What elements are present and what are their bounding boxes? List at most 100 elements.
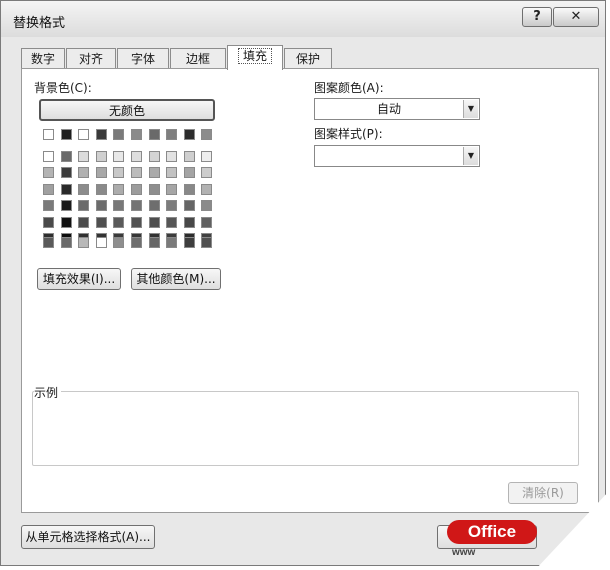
color-swatch[interactable] bbox=[201, 183, 212, 195]
color-swatch[interactable] bbox=[61, 200, 72, 212]
color-swatch[interactable] bbox=[131, 183, 142, 195]
color-swatch[interactable] bbox=[149, 200, 160, 212]
office-logo: Office bbox=[447, 520, 537, 544]
color-swatch[interactable] bbox=[43, 216, 54, 228]
color-swatch[interactable] bbox=[43, 129, 54, 140]
tab-fill[interactable]: 填充 bbox=[227, 45, 283, 70]
color-swatch[interactable] bbox=[61, 216, 72, 228]
color-swatch[interactable] bbox=[113, 216, 124, 228]
color-swatch[interactable] bbox=[96, 237, 107, 248]
color-swatch[interactable] bbox=[201, 237, 212, 248]
tab-protection[interactable]: 保护 bbox=[284, 48, 332, 69]
color-swatch[interactable] bbox=[43, 237, 54, 248]
tab-label: 对齐 bbox=[78, 52, 103, 66]
color-swatch[interactable] bbox=[149, 237, 160, 248]
color-swatch[interactable] bbox=[61, 129, 72, 140]
color-swatch[interactable] bbox=[78, 151, 89, 162]
color-swatch[interactable] bbox=[113, 167, 124, 179]
tab-number[interactable]: 数字 bbox=[21, 48, 65, 69]
color-swatch[interactable] bbox=[149, 216, 160, 228]
no-color-button[interactable]: 无颜色 bbox=[39, 99, 215, 121]
color-swatch[interactable] bbox=[166, 151, 177, 162]
color-swatch[interactable] bbox=[113, 200, 124, 212]
color-swatch[interactable] bbox=[96, 183, 107, 195]
color-swatch[interactable] bbox=[61, 167, 72, 179]
pattern-color-label: 图案颜色(A): bbox=[314, 81, 384, 95]
color-swatch[interactable] bbox=[78, 167, 89, 179]
tab-alignment[interactable]: 对齐 bbox=[66, 48, 116, 69]
choose-format-from-cell-button[interactable]: 从单元格选择格式(A)... bbox=[21, 525, 155, 549]
color-swatch[interactable] bbox=[184, 183, 195, 195]
color-swatch[interactable] bbox=[184, 200, 195, 212]
color-swatch[interactable] bbox=[201, 200, 212, 212]
chevron-down-icon[interactable]: ▼ bbox=[463, 100, 478, 118]
color-swatch[interactable] bbox=[61, 237, 72, 248]
tab-label: 填充 bbox=[237, 48, 272, 64]
more-colors-button[interactable]: 其他颜色(M)... bbox=[131, 268, 221, 290]
pattern-color-select[interactable]: 自动 ▼ bbox=[314, 98, 480, 120]
color-swatch[interactable] bbox=[184, 167, 195, 179]
color-swatch[interactable] bbox=[78, 183, 89, 195]
color-swatch[interactable] bbox=[131, 151, 142, 162]
color-swatch[interactable] bbox=[96, 200, 107, 212]
sample-preview bbox=[32, 391, 579, 466]
color-swatch[interactable] bbox=[166, 237, 177, 248]
color-swatch[interactable] bbox=[78, 200, 89, 212]
color-swatch[interactable] bbox=[113, 151, 124, 162]
color-swatch[interactable] bbox=[184, 237, 195, 248]
color-swatch[interactable] bbox=[201, 167, 212, 179]
color-swatch[interactable] bbox=[166, 216, 177, 228]
replace-format-dialog: 替换格式 ? ✕ 数字 对齐 字体 边框 填充 保护 背景色(C): 无颜色 填… bbox=[0, 0, 606, 566]
color-swatch[interactable] bbox=[43, 151, 54, 162]
dialog-title: 替换格式 bbox=[13, 16, 66, 31]
tab-font[interactable]: 字体 bbox=[117, 48, 169, 69]
color-swatch[interactable] bbox=[149, 151, 160, 162]
color-swatch[interactable] bbox=[184, 151, 195, 162]
color-swatch[interactable] bbox=[201, 129, 212, 140]
color-swatch[interactable] bbox=[61, 183, 72, 195]
color-swatch[interactable] bbox=[166, 129, 177, 140]
color-swatch[interactable] bbox=[149, 129, 160, 140]
pattern-color-value: 自动 bbox=[376, 102, 401, 116]
color-swatch[interactable] bbox=[113, 237, 124, 248]
color-swatch[interactable] bbox=[61, 151, 72, 162]
color-swatch[interactable] bbox=[113, 129, 124, 140]
tab-border[interactable]: 边框 bbox=[170, 48, 226, 69]
color-swatch[interactable] bbox=[166, 200, 177, 212]
color-swatch[interactable] bbox=[149, 167, 160, 179]
color-swatch[interactable] bbox=[96, 216, 107, 228]
title-bar: 替换格式 ? ✕ bbox=[1, 1, 605, 37]
help-button[interactable]: ? bbox=[522, 7, 552, 27]
color-swatch[interactable] bbox=[113, 183, 124, 195]
color-swatch[interactable] bbox=[166, 183, 177, 195]
color-swatch[interactable] bbox=[78, 216, 89, 228]
color-swatch[interactable] bbox=[201, 151, 212, 162]
pattern-style-label: 图案样式(P): bbox=[314, 127, 383, 141]
pattern-style-select[interactable]: ▼ bbox=[314, 145, 480, 167]
color-swatch[interactable] bbox=[201, 216, 212, 228]
fill-effects-button[interactable]: 填充效果(I)... bbox=[37, 268, 121, 290]
color-swatch[interactable] bbox=[131, 200, 142, 212]
color-swatch[interactable] bbox=[43, 167, 54, 179]
color-swatch[interactable] bbox=[43, 200, 54, 212]
color-swatch[interactable] bbox=[43, 183, 54, 195]
color-swatch[interactable] bbox=[166, 167, 177, 179]
color-swatch[interactable] bbox=[96, 129, 107, 140]
tab-label: 数字 bbox=[30, 52, 55, 66]
color-swatch[interactable] bbox=[131, 167, 142, 179]
close-button[interactable]: ✕ bbox=[553, 7, 599, 27]
clear-button[interactable]: 清除(R) bbox=[508, 482, 578, 504]
color-swatch[interactable] bbox=[96, 151, 107, 162]
color-swatch[interactable] bbox=[96, 167, 107, 179]
color-swatch[interactable] bbox=[78, 129, 89, 140]
color-swatch[interactable] bbox=[184, 216, 195, 228]
color-swatch[interactable] bbox=[149, 183, 160, 195]
color-swatch[interactable] bbox=[131, 216, 142, 228]
color-swatch[interactable] bbox=[131, 237, 142, 248]
chevron-down-icon[interactable]: ▼ bbox=[463, 147, 478, 165]
color-swatch[interactable] bbox=[131, 129, 142, 140]
color-swatch[interactable] bbox=[78, 237, 89, 248]
tab-label: 字体 bbox=[130, 52, 155, 66]
color-swatch[interactable] bbox=[184, 129, 195, 140]
logo-url-text: www bbox=[452, 547, 476, 558]
